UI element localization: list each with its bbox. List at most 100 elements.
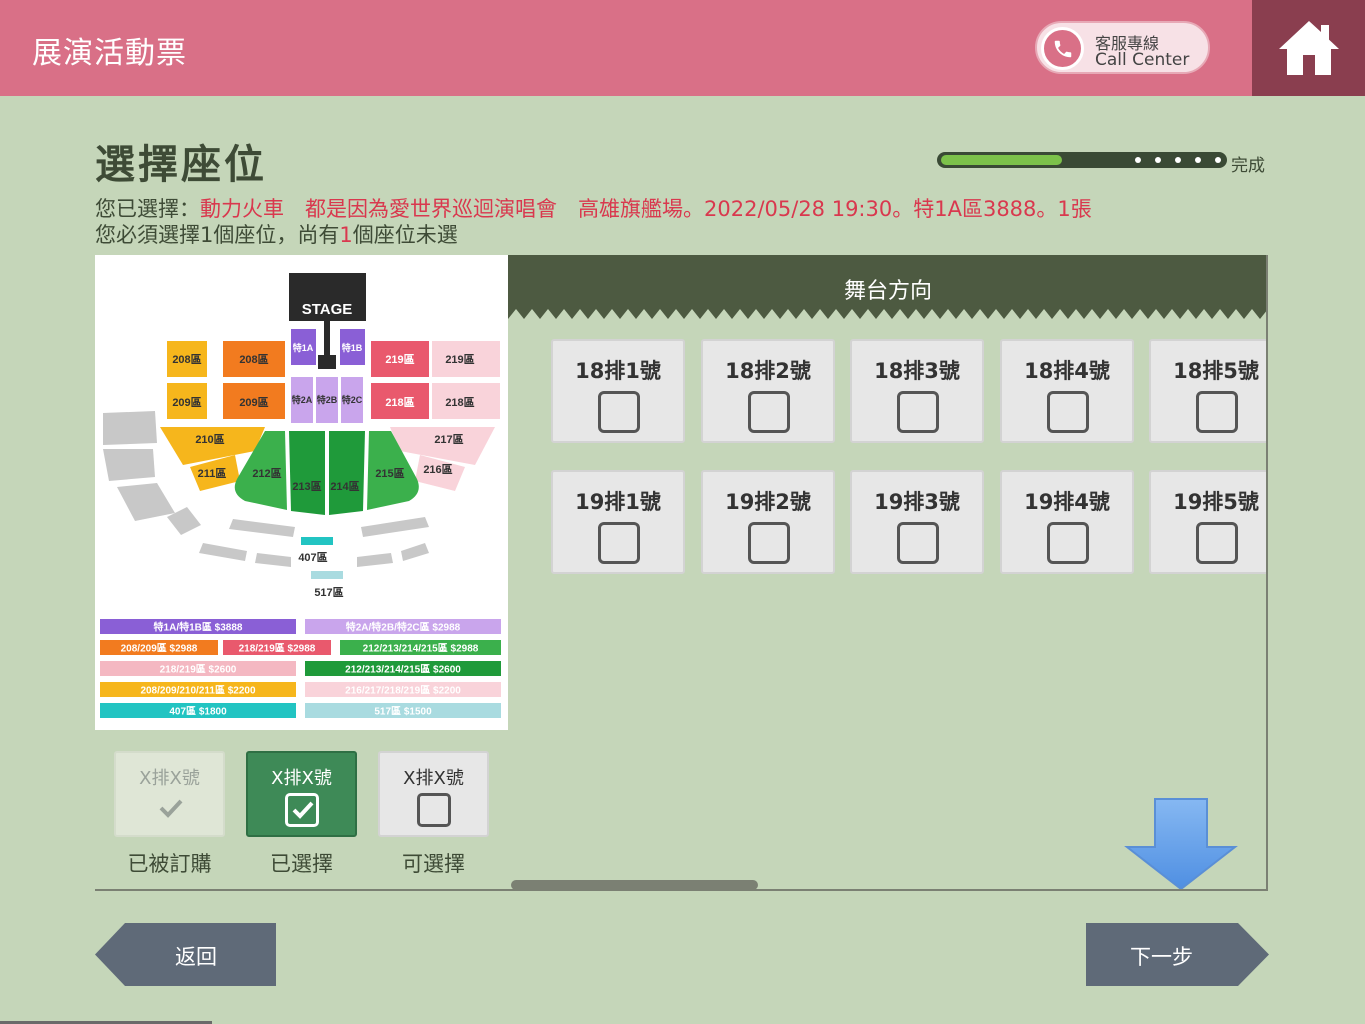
page-title: 選擇座位 — [95, 142, 267, 188]
next-button[interactable]: 下一步 — [1086, 923, 1269, 986]
venue-seat-map: STAGE 特1A 特1B 特2A 特2B 特2C 208區 208區 209區… — [95, 255, 508, 730]
zone-grey — [401, 543, 429, 561]
seat-checkbox[interactable] — [598, 391, 640, 433]
seat-checkbox[interactable] — [1047, 391, 1089, 433]
seat-label: 19排2號 — [725, 490, 811, 514]
home-icon — [1278, 21, 1339, 75]
requirement-suffix: 個座位未選 — [352, 223, 458, 247]
seat-card[interactable]: 19排3號 — [850, 470, 984, 574]
seat-label: 18排5號 — [1173, 359, 1259, 383]
seat-label: 19排1號 — [575, 490, 661, 514]
zone-grey — [357, 553, 393, 567]
progress-bar — [937, 152, 1227, 168]
zone-grey — [103, 449, 155, 481]
seat-card[interactable]: 19排5號 — [1149, 470, 1266, 574]
zone-212-label: 212區 — [252, 467, 281, 480]
seat-card[interactable]: 18排4號 — [1000, 339, 1134, 443]
seat-card[interactable]: 19排1號 — [551, 470, 685, 574]
seat-label: 18排3號 — [874, 359, 960, 383]
progress-label: 完成 — [1231, 156, 1265, 176]
seat-label: 19排4號 — [1024, 490, 1110, 514]
seat-card[interactable]: 18排1號 — [551, 339, 685, 443]
zone-213-label: 213區 — [292, 480, 321, 493]
seat-checkbox[interactable] — [748, 391, 790, 433]
seat-checkbox[interactable] — [1047, 522, 1089, 564]
zone-214[interactable] — [329, 431, 365, 515]
seat-checkbox[interactable] — [1196, 522, 1238, 564]
legend-booked-caption: 已被訂購 — [127, 852, 212, 876]
home-button[interactable] — [1252, 0, 1365, 96]
zone-208-outer-label: 208區 — [172, 353, 201, 366]
zone-407-label: 407區 — [298, 551, 327, 564]
zone-208-inner-label: 208區 — [239, 353, 268, 366]
legend-available: X排X號 — [378, 751, 489, 837]
seat-label: 19排3號 — [874, 490, 960, 514]
progress-step-dot — [1175, 157, 1181, 163]
seat-card[interactable]: 19排2號 — [701, 470, 835, 574]
zone-210-label: 210區 — [195, 433, 224, 446]
progress-fill — [941, 155, 1062, 165]
seat-checkbox[interactable] — [748, 522, 790, 564]
price-legend-label: 218/219區 $2600 — [160, 664, 237, 676]
seat-checkbox[interactable] — [897, 391, 939, 433]
empty-box-icon — [417, 793, 451, 827]
price-legend-label: 特2A/特2B/特2C區 $2988 — [346, 621, 461, 634]
seat-label: 18排2號 — [725, 359, 811, 383]
price-legend-label: 407區 $1800 — [169, 706, 227, 718]
zone-517-label: 517區 — [314, 586, 343, 599]
zone-407[interactable] — [301, 537, 333, 545]
horizontal-scrollbar[interactable] — [511, 880, 758, 889]
scroll-down-arrow-icon[interactable] — [1123, 795, 1239, 891]
legend-selected-caption: 已選擇 — [270, 852, 333, 876]
seat-checkbox[interactable] — [897, 522, 939, 564]
requirement-prefix: 您必須選擇1個座位，尚有 — [95, 223, 340, 247]
zone-grey — [255, 553, 291, 567]
zone-t2b-label: 特2B — [317, 394, 338, 405]
legend-selected: X排X號 — [246, 751, 357, 837]
divider — [95, 889, 510, 891]
progress-step-dot — [1195, 157, 1201, 163]
next-button-label: 下一步 — [1130, 945, 1193, 969]
seat-label: 19排5號 — [1173, 490, 1259, 514]
zone-211-label: 211區 — [198, 467, 227, 480]
back-button[interactable]: 返回 — [95, 923, 276, 986]
stage-label: STAGE — [302, 301, 353, 318]
legend-booked: X排X號 — [114, 751, 225, 837]
price-legend-label: 208/209區 $2988 — [121, 643, 198, 655]
seat-label: 18排4號 — [1024, 359, 1110, 383]
legend-booked-label: X排X號 — [139, 768, 200, 789]
progress-step-dot — [1135, 157, 1141, 163]
price-legend-label: 218/219區 $2988 — [239, 643, 316, 655]
zone-t1b-label: 特1B — [342, 342, 363, 353]
zone-grey — [361, 517, 429, 537]
zone-209-inner-label: 209區 — [239, 396, 268, 409]
remaining-count: 1 — [339, 223, 353, 247]
phone-icon — [1041, 27, 1084, 70]
zone-218-inner-label: 218區 — [385, 396, 414, 409]
progress-step-dot — [1215, 157, 1221, 163]
seat-label: 18排1號 — [575, 359, 661, 383]
zone-t1a-label: 特1A — [293, 342, 314, 353]
price-legend-label: 特1A/特1B區 $3888 — [154, 621, 243, 634]
seat-selection-area[interactable]: 舞台方向 18排1號 18排2號 18排3號 18排4號 18排5號 19排1號 19排2號… — [508, 255, 1268, 891]
price-legend-label: 216/217/218/219區 $2200 — [345, 685, 461, 697]
seat-checkbox[interactable] — [598, 522, 640, 564]
seat-card[interactable]: 19排4號 — [1000, 470, 1134, 574]
zone-215-label: 215區 — [375, 467, 404, 480]
seat-checkbox[interactable] — [1196, 391, 1238, 433]
selection-event: 動力火車 都是因為愛世界巡迴演唱會 高雄旗艦場 — [200, 197, 683, 221]
seat-card[interactable]: 18排3號 — [850, 339, 984, 443]
back-button-label: 返回 — [175, 945, 217, 969]
header-bar: 展演活動票 客服專線 Call Center — [0, 0, 1365, 96]
zone-216-label: 216區 — [423, 463, 452, 476]
price-legend-label: 208/209/210/211區 $2200 — [140, 685, 256, 697]
zone-grey — [117, 483, 175, 521]
zone-517[interactable] — [311, 571, 343, 579]
check-icon — [159, 799, 183, 818]
seat-card[interactable]: 18排5號 — [1149, 339, 1266, 443]
zone-213[interactable] — [289, 431, 325, 515]
call-center-button[interactable]: 客服專線 Call Center — [1035, 21, 1210, 74]
seat-card[interactable]: 18排2號 — [701, 339, 835, 443]
price-legend-label: 517區 $1500 — [374, 706, 432, 718]
legend-available-caption: 可選擇 — [402, 852, 465, 876]
